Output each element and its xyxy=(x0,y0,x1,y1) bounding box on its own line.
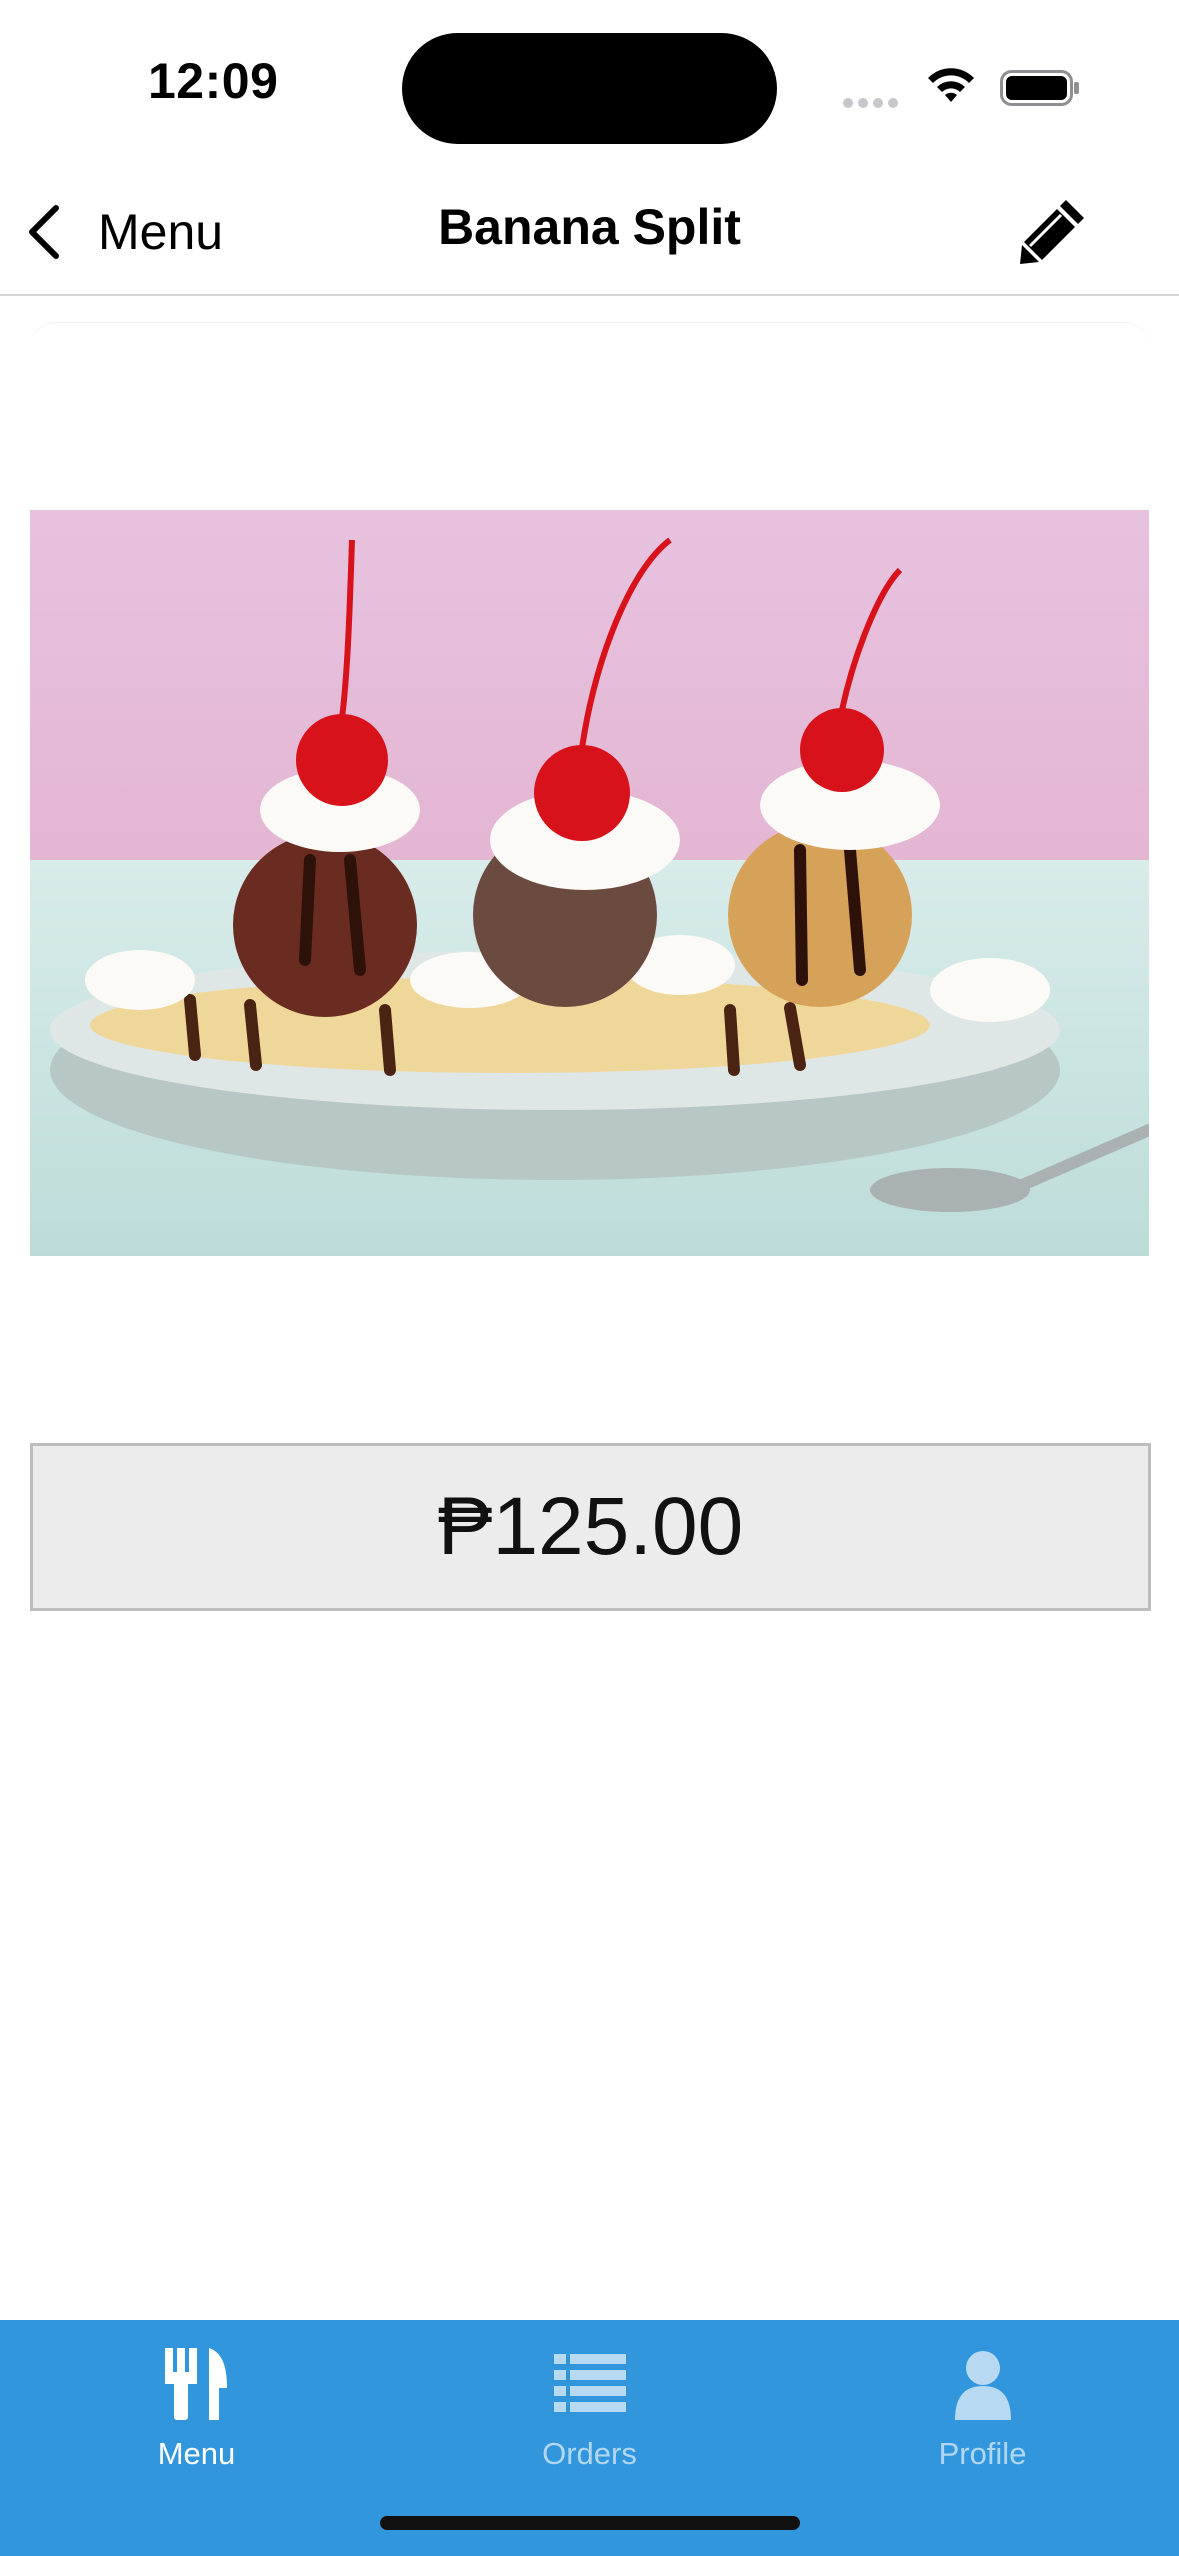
status-time: 12:09 xyxy=(148,53,279,109)
status-bar: 12:09 xyxy=(0,0,1179,170)
item-photo xyxy=(30,510,1149,1256)
tab-profile[interactable]: Profile xyxy=(786,2320,1179,2490)
tab-menu[interactable]: Menu xyxy=(0,2320,393,2490)
price-field[interactable]: ₱125.00 xyxy=(30,1443,1151,1611)
page-title: Banana Split xyxy=(438,199,741,255)
wifi-icon xyxy=(928,68,974,102)
tab-label: Menu xyxy=(157,2436,236,2471)
list-icon xyxy=(553,2354,626,2412)
dynamic-island xyxy=(402,33,777,144)
cellular-signal-icon xyxy=(843,95,903,113)
tab-label: Profile xyxy=(938,2436,1027,2471)
fork-knife-icon xyxy=(164,2348,227,2420)
tab-label: Orders xyxy=(542,2436,637,2471)
pencil-icon[interactable] xyxy=(1018,196,1088,266)
price-value: ₱125.00 xyxy=(437,1481,744,1572)
person-icon xyxy=(954,2351,1011,2420)
banana-split-image xyxy=(30,510,1149,1256)
battery-icon xyxy=(1000,70,1079,106)
content-card xyxy=(30,322,1150,363)
home-indicator xyxy=(380,2516,800,2530)
tab-orders[interactable]: Orders xyxy=(393,2320,786,2490)
navigation-bar: Menu Banana Split xyxy=(0,170,1179,296)
